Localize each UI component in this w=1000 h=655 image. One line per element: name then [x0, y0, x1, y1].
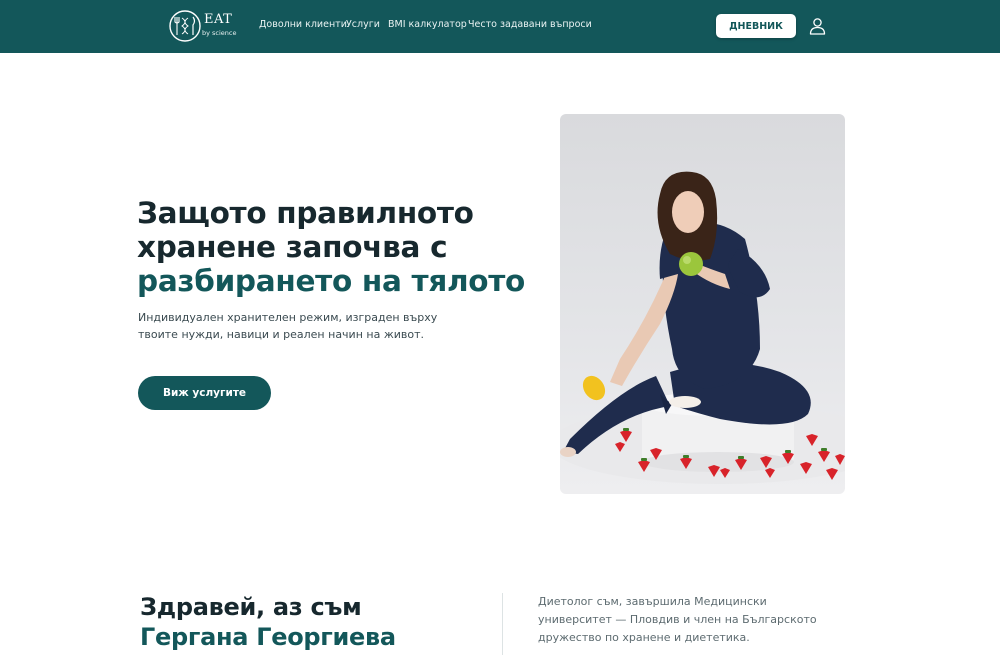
nav-link-bmi-calculator[interactable]: BMI калкулатор: [388, 19, 467, 30]
hero-title-line: Защото правилното: [137, 196, 474, 230]
nav-link-faq[interactable]: Често задавани въпроси: [468, 19, 592, 30]
nav-link-services[interactable]: Услуги: [346, 19, 380, 30]
logo-icon: [169, 10, 201, 42]
hero-photo: [560, 114, 845, 494]
about-greeting: Здравей, аз съм: [140, 593, 362, 621]
logo-tagline: by science: [202, 29, 237, 37]
hero-title-line: хранене започва с: [137, 230, 448, 264]
user-icon[interactable]: [809, 17, 826, 35]
logo-text: EAT: [204, 12, 233, 27]
view-services-button[interactable]: Виж услугите: [138, 376, 271, 410]
dietitian-photo-illustration: [560, 171, 845, 484]
diary-button[interactable]: ДНЕВНИК: [716, 14, 796, 38]
nav-link-testimonials[interactable]: Доволни клиенти: [259, 19, 347, 30]
section-divider: [502, 593, 503, 655]
hero-subtitle: Индивидуален хранителен режим, изграден …: [138, 311, 438, 341]
hero-title-accent: разбирането на тялото: [137, 264, 526, 298]
about-name: Гергана Георгиева: [140, 623, 396, 651]
about-bio: Диетолог съм, завършила Медицински униве…: [538, 595, 817, 644]
about-title: Здравей, аз съм Гергана Георгиева: [140, 592, 396, 652]
hero-title: Защото правилното хранене започва с разб…: [137, 196, 537, 298]
site-logo[interactable]: EAT by science: [167, 9, 239, 43]
site-header: EAT by science Доволни клиенти Услуги BM…: [0, 0, 1000, 53]
